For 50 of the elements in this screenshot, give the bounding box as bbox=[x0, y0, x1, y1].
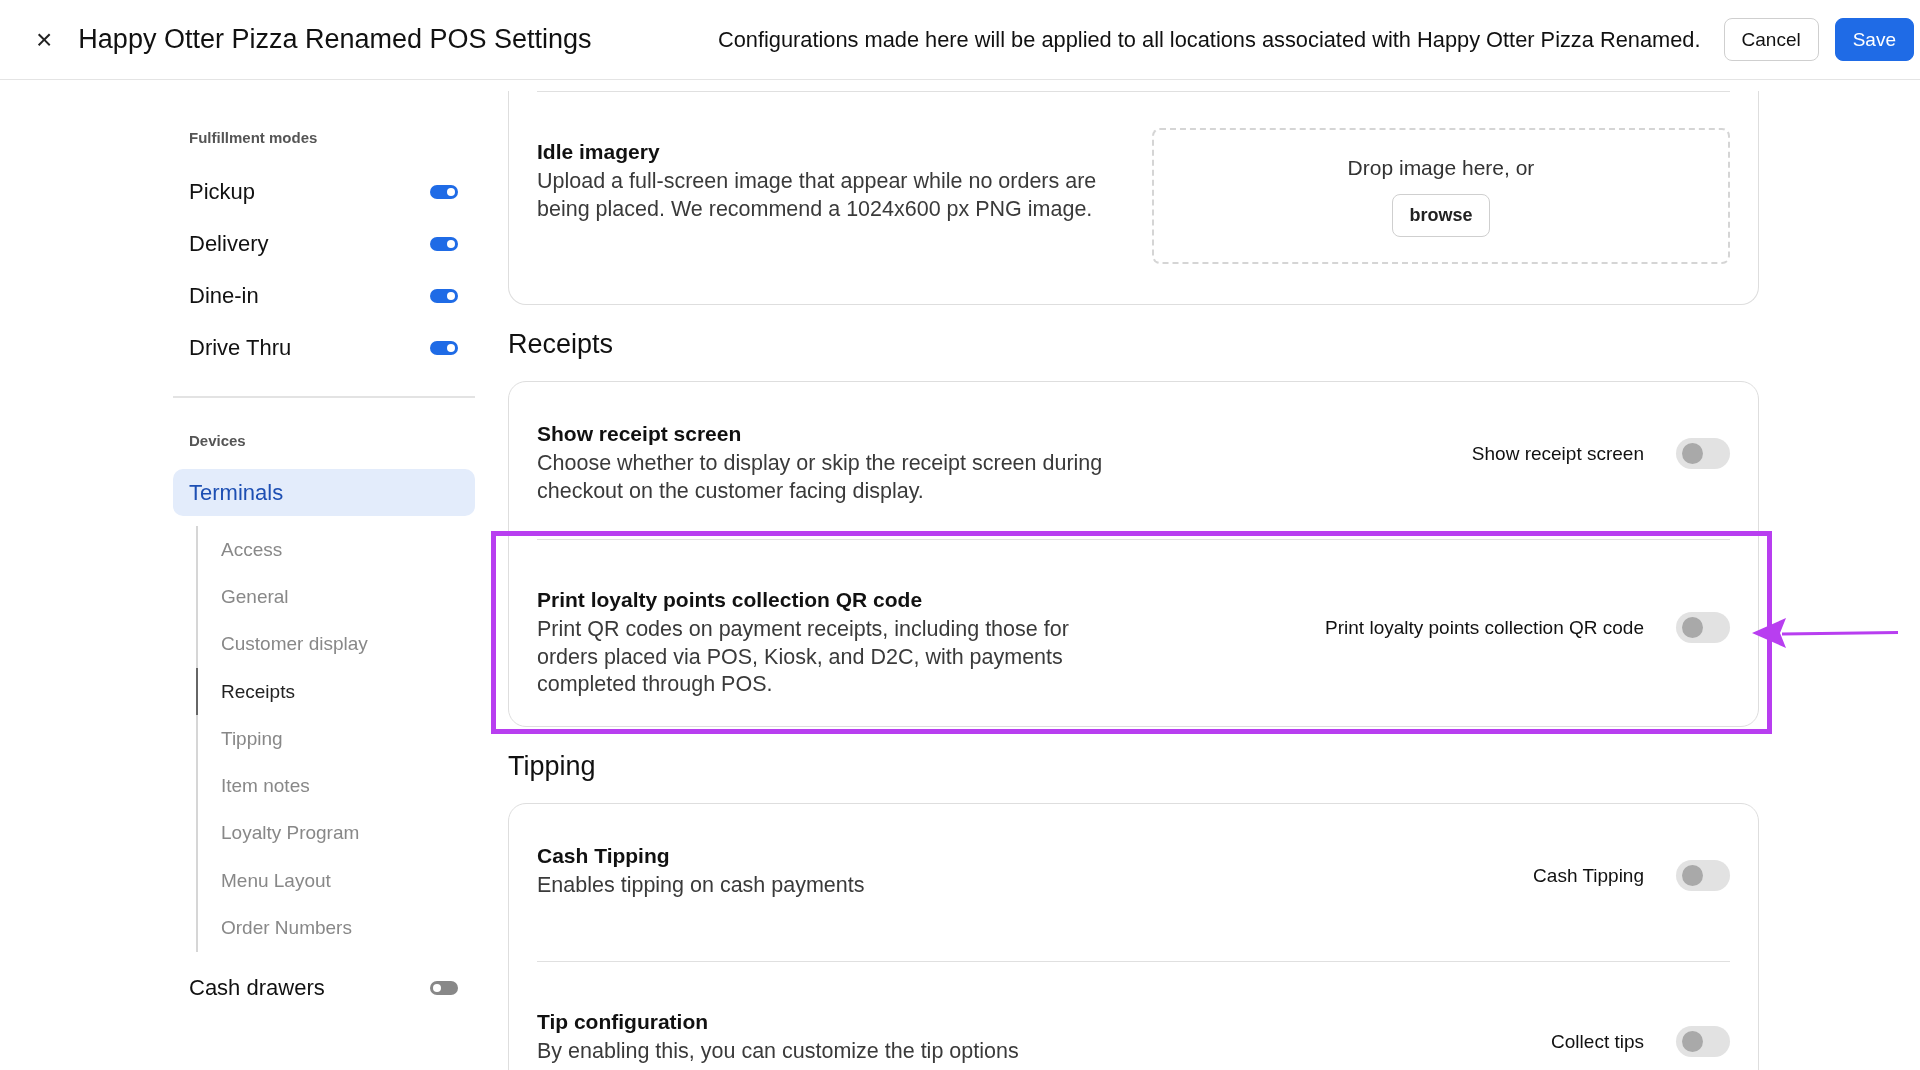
sidebar-item[interactable]: Terminals bbox=[173, 469, 475, 516]
group-label: Devices bbox=[188, 432, 247, 449]
sidebar-item: Dine-in bbox=[189, 283, 259, 309]
sidebar-item: Pickup bbox=[189, 179, 256, 205]
sub-nav-item[interactable]: Loyalty Program bbox=[196, 809, 475, 858]
sub-nav-item[interactable]: General bbox=[196, 573, 475, 621]
sub-nav-item[interactable]: Receipts bbox=[196, 667, 475, 716]
toggle-switch[interactable] bbox=[430, 341, 458, 355]
toggle-switch[interactable] bbox=[1676, 438, 1730, 469]
setting-title: Idle imagery bbox=[537, 140, 661, 164]
sidebar-item: Cash drawers bbox=[189, 974, 325, 1001]
toggle-label: Print loyalty points collection QR code bbox=[1325, 616, 1644, 639]
setting-title: Tip configuration bbox=[537, 1010, 710, 1034]
browse-button[interactable]: browse bbox=[1392, 193, 1490, 237]
toggle-label: Cash Tipping bbox=[1533, 864, 1644, 887]
toggle-label: Collect tips bbox=[1551, 1030, 1644, 1053]
save-button[interactable]: Save bbox=[1834, 18, 1914, 61]
sidebar-item: Delivery bbox=[189, 231, 269, 257]
toggle-label: Show receipt screen bbox=[1471, 442, 1644, 465]
setting-description: Upload a full-screen image that appear while no orders are being placed. We recommend a 1024x600 px PNG image. bbox=[537, 168, 1098, 223]
toggle-switch[interactable] bbox=[1676, 612, 1730, 643]
sub-nav-item[interactable]: Tipping bbox=[196, 715, 475, 763]
section-heading: Tipping bbox=[508, 751, 597, 782]
toggle-switch[interactable] bbox=[1676, 1026, 1730, 1057]
sub-nav-item[interactable]: Item notes bbox=[196, 762, 475, 810]
sub-nav-item[interactable]: Access bbox=[196, 526, 475, 574]
drop-zone[interactable]: Drop image here, or browse bbox=[1152, 128, 1730, 264]
group-label: Fulfillment modes bbox=[188, 129, 319, 146]
toggle-switch[interactable] bbox=[1676, 860, 1730, 891]
setting-description: Enables tipping on cash payments bbox=[537, 872, 866, 899]
cancel-button[interactable]: Cancel bbox=[1723, 18, 1819, 61]
toggle-switch[interactable] bbox=[430, 289, 458, 303]
setting-description: Print QR codes on payment receipts, including those for orders placed via POS, Kiosk, and D2C, with payments completed through POS. bbox=[537, 616, 1070, 698]
close-button[interactable]: × bbox=[28, 23, 61, 56]
sub-nav-item[interactable]: Menu Layout bbox=[196, 857, 475, 905]
setting-description: By enabling this, you can customize the tip options bbox=[537, 1038, 1020, 1065]
setting-title: Show receipt screen bbox=[537, 422, 743, 446]
notice-text: Configurations made here will be applied to all locations associated with Happy Otter Pizza Renamed. bbox=[717, 26, 1701, 53]
setting-description: Choose whether to display or skip the receipt screen during checkout on the customer facing display. bbox=[537, 450, 1104, 505]
drop-text: Drop image here, or bbox=[1347, 155, 1535, 180]
toggle-switch[interactable] bbox=[430, 237, 458, 251]
setting-title: Print loyalty points collection QR code bbox=[537, 588, 924, 612]
page-title: Happy Otter Pizza Renamed POS Settings bbox=[78, 24, 592, 55]
section-heading: Receipts bbox=[508, 329, 615, 360]
sub-nav-item[interactable]: Customer display bbox=[196, 620, 475, 668]
toggle-switch[interactable] bbox=[430, 185, 458, 199]
toggle-switch[interactable] bbox=[430, 980, 458, 995]
sub-nav-item[interactable]: Order Numbers bbox=[196, 904, 475, 952]
setting-title: Cash Tipping bbox=[537, 844, 671, 868]
sidebar-item: Drive Thru bbox=[189, 335, 292, 361]
